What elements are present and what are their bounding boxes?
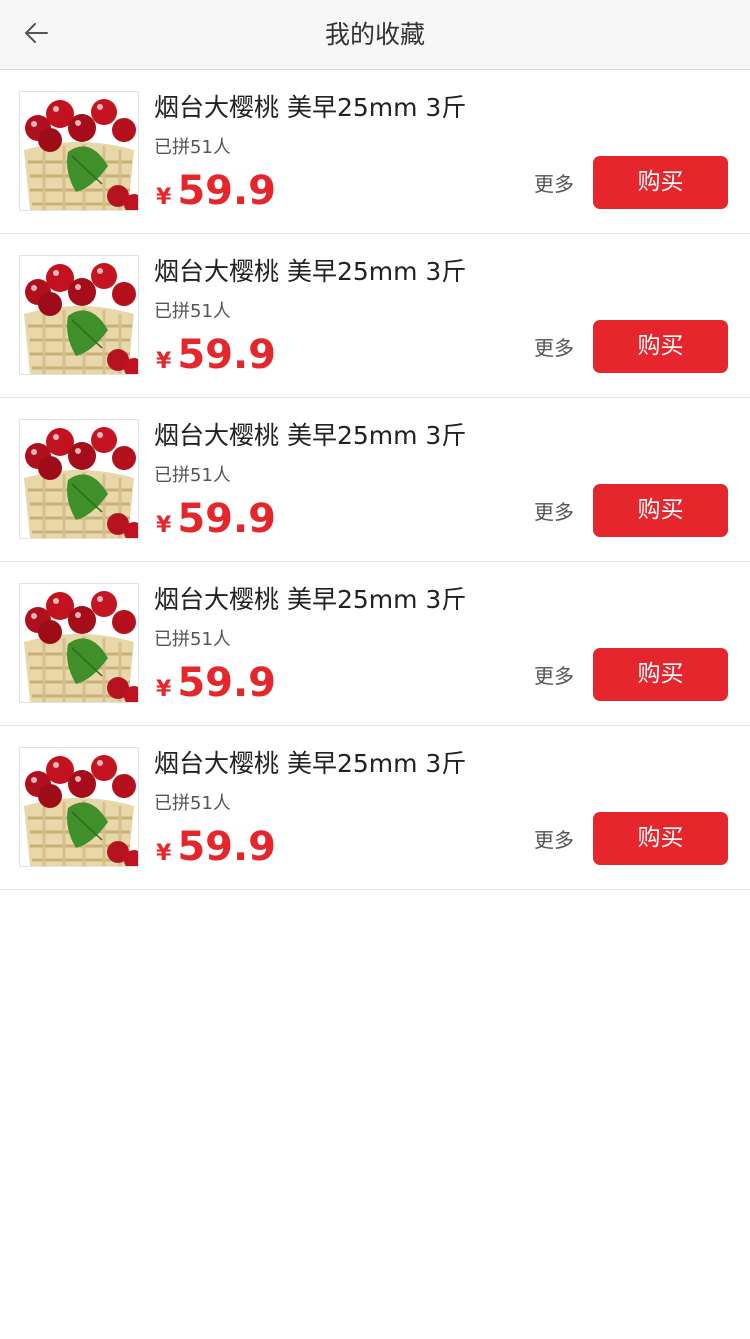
- buy-button[interactable]: 购买: [593, 156, 728, 209]
- more-button[interactable]: 更多: [534, 824, 574, 853]
- product-image[interactable]: [19, 419, 139, 539]
- currency-symbol: ¥: [156, 513, 172, 538]
- buy-button[interactable]: 购买: [593, 648, 728, 701]
- buy-button[interactable]: 购买: [593, 484, 728, 537]
- group-buy-count: 已拼51人: [154, 465, 231, 486]
- product-price: ¥59.9: [156, 332, 276, 378]
- buy-button[interactable]: 购买: [593, 320, 728, 373]
- product-image[interactable]: [19, 583, 139, 703]
- currency-symbol: ¥: [156, 677, 172, 702]
- page-title: 我的收藏: [324, 20, 425, 49]
- price-value: 59.9: [177, 660, 277, 706]
- product-image[interactable]: [19, 747, 139, 867]
- list-item: 烟台大樱桃 美早25mm 3斤 已拼51人 ¥59.9 更多 购买: [0, 234, 750, 398]
- top-bar: 我的收藏: [0, 0, 750, 70]
- group-buy-count: 已拼51人: [154, 137, 231, 158]
- currency-symbol: ¥: [156, 185, 172, 210]
- buy-button[interactable]: 购买: [593, 812, 728, 865]
- product-price: ¥59.9: [156, 168, 276, 214]
- price-value: 59.9: [177, 496, 277, 542]
- product-image[interactable]: [19, 255, 139, 375]
- more-button[interactable]: 更多: [534, 496, 574, 525]
- group-buy-count: 已拼51人: [154, 793, 231, 814]
- price-value: 59.9: [177, 332, 277, 378]
- product-price: ¥59.9: [156, 660, 276, 706]
- list-item: 烟台大樱桃 美早25mm 3斤 已拼51人 ¥59.9 更多 购买: [0, 562, 750, 726]
- product-price: ¥59.9: [156, 824, 276, 870]
- group-buy-count: 已拼51人: [154, 629, 231, 650]
- price-value: 59.9: [177, 168, 277, 214]
- product-name[interactable]: 烟台大樱桃 美早25mm 3斤: [154, 252, 466, 288]
- favorites-list: 烟台大樱桃 美早25mm 3斤 已拼51人 ¥59.9 更多 购买 烟台大樱桃 …: [0, 70, 750, 890]
- currency-symbol: ¥: [156, 349, 172, 374]
- more-button[interactable]: 更多: [534, 332, 574, 361]
- list-item: 烟台大樱桃 美早25mm 3斤 已拼51人 ¥59.9 更多 购买: [0, 726, 750, 890]
- product-image[interactable]: [19, 91, 139, 211]
- more-button[interactable]: 更多: [534, 660, 574, 689]
- product-name[interactable]: 烟台大樱桃 美早25mm 3斤: [154, 416, 466, 452]
- product-name[interactable]: 烟台大樱桃 美早25mm 3斤: [154, 744, 466, 780]
- group-buy-count: 已拼51人: [154, 301, 231, 322]
- list-item: 烟台大樱桃 美早25mm 3斤 已拼51人 ¥59.9 更多 购买: [0, 70, 750, 234]
- list-item: 烟台大樱桃 美早25mm 3斤 已拼51人 ¥59.9 更多 购买: [0, 398, 750, 562]
- product-name[interactable]: 烟台大樱桃 美早25mm 3斤: [154, 88, 466, 124]
- product-name[interactable]: 烟台大樱桃 美早25mm 3斤: [154, 580, 466, 616]
- currency-symbol: ¥: [156, 841, 172, 866]
- product-price: ¥59.9: [156, 496, 276, 542]
- more-button[interactable]: 更多: [534, 168, 574, 197]
- price-value: 59.9: [177, 824, 277, 870]
